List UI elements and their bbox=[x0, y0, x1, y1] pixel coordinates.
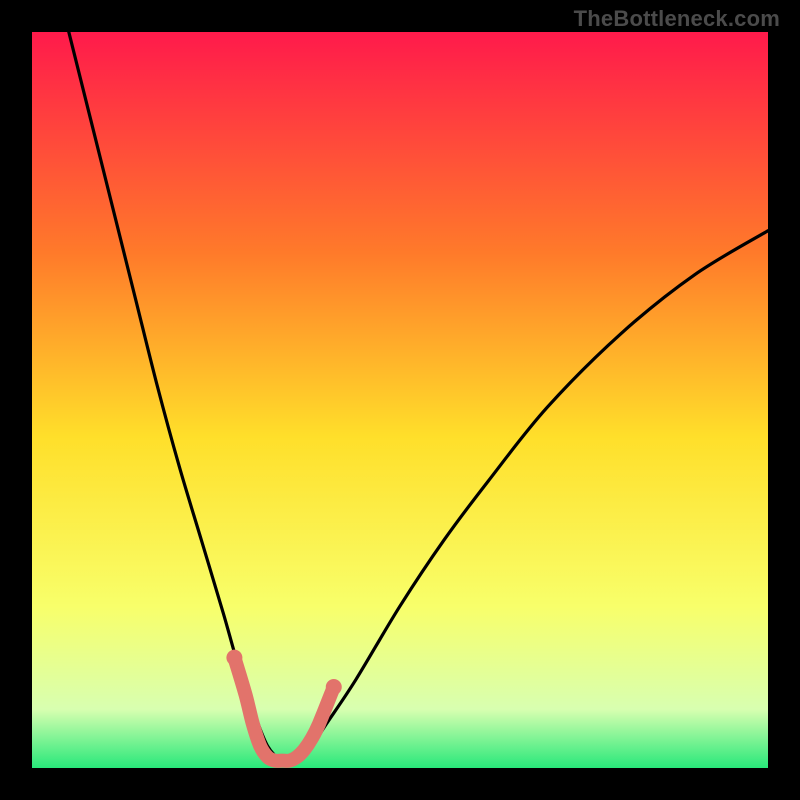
marker-dot bbox=[226, 650, 242, 666]
gradient-background bbox=[32, 32, 768, 768]
marker-dot bbox=[326, 679, 342, 695]
plot-area bbox=[32, 32, 768, 768]
watermark-text: TheBottleneck.com bbox=[574, 6, 780, 32]
chart-frame: TheBottleneck.com bbox=[0, 0, 800, 800]
bottleneck-chart bbox=[32, 32, 768, 768]
